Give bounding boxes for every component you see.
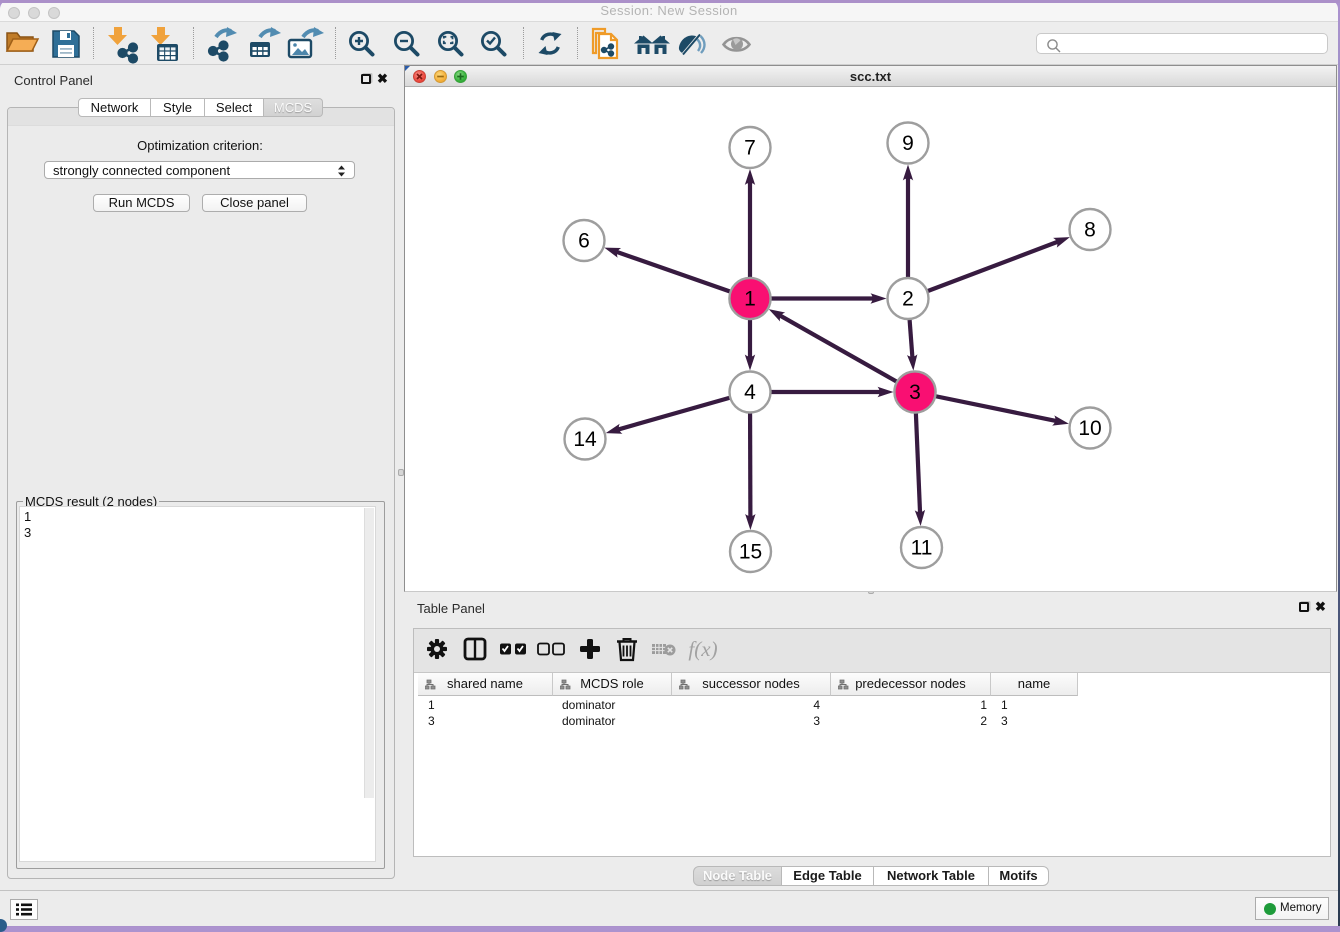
svg-text:3: 3 xyxy=(909,381,921,404)
svg-text:4: 4 xyxy=(744,381,756,404)
svg-text:9: 9 xyxy=(902,132,914,155)
svg-text:11: 11 xyxy=(911,537,933,560)
svg-text:1: 1 xyxy=(744,288,756,311)
svg-text:f(x): f(x) xyxy=(688,637,717,661)
svg-text:14: 14 xyxy=(573,428,597,451)
svg-text:6: 6 xyxy=(578,230,590,253)
svg-text:10: 10 xyxy=(1078,417,1101,440)
svg-text:2: 2 xyxy=(902,288,914,311)
svg-text:7: 7 xyxy=(744,137,756,160)
svg-text:8: 8 xyxy=(1084,219,1096,242)
svg-text:15: 15 xyxy=(739,541,762,564)
